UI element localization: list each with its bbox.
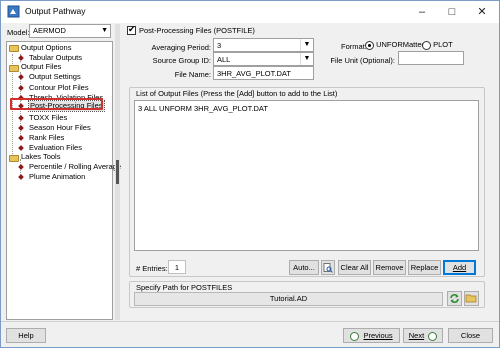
tree-item-toxx-files[interactable]: TOXX Files bbox=[29, 113, 67, 123]
remove-button-label: Remove bbox=[375, 263, 404, 272]
arrow-right-icon bbox=[428, 331, 438, 341]
bottom-separator bbox=[1, 321, 499, 322]
folder-icon bbox=[9, 155, 19, 162]
pathway-tree: Output Options Tabular Outputs Output Fi… bbox=[6, 41, 121, 320]
output-files-list[interactable]: 3 ALL UNFORM 3HR_AVG_PLOT.DAT bbox=[134, 100, 479, 251]
tree-item-contour-plot-files[interactable]: Contour Plot Files bbox=[29, 83, 89, 93]
refresh-button[interactable] bbox=[447, 291, 462, 306]
next-button-label: Next bbox=[408, 331, 425, 340]
next-button[interactable]: Next bbox=[403, 328, 443, 343]
format-plot-radio[interactable]: PLOT bbox=[422, 40, 453, 50]
format-label: Format: bbox=[341, 42, 367, 51]
tree-item-percentile-rolling-average[interactable]: Percentile / Rolling Average bbox=[29, 162, 121, 172]
file-unit-label: File Unit (Optional): bbox=[330, 56, 395, 65]
model-select[interactable]: AERMOD ▼ bbox=[29, 24, 111, 38]
auto-button-label: Auto... bbox=[293, 263, 315, 272]
model-label: Model: bbox=[7, 28, 30, 37]
tree-item-rank-files[interactable]: Rank Files bbox=[29, 133, 64, 143]
averaging-period-label: Averaging Period: bbox=[151, 43, 211, 52]
help-button[interactable]: Help bbox=[6, 328, 46, 343]
folder-icon bbox=[9, 65, 19, 72]
browse-folder-button[interactable] bbox=[464, 291, 479, 306]
close-button-label: Close bbox=[460, 331, 481, 340]
averaging-period-value: 3 bbox=[217, 41, 222, 50]
format-unformatted-radio[interactable]: UNFORMatted bbox=[365, 40, 426, 50]
tree-item-output-options[interactable]: Output Options bbox=[21, 43, 71, 53]
arrow-left-icon bbox=[350, 331, 360, 341]
output-pathway-window: Output Pathway – □ ✕ Model: AERMOD ▼ Out… bbox=[0, 0, 500, 348]
output-files-caption: List of Output Files (Press the [Add] bu… bbox=[136, 89, 338, 98]
tree-item-lakes-tools[interactable]: Lakes Tools bbox=[21, 152, 60, 162]
chevron-down-icon: ▼ bbox=[101, 27, 108, 34]
maximize-icon[interactable]: □ bbox=[439, 1, 465, 23]
replace-button-label: Replace bbox=[410, 263, 439, 272]
auto-button[interactable]: Auto... bbox=[289, 260, 319, 275]
add-button-label: Add bbox=[452, 263, 467, 272]
tree-item-output-settings[interactable]: Output Settings bbox=[29, 72, 81, 82]
selection-highlight-box bbox=[10, 98, 103, 110]
postfile-checkbox-label: Post-Processing Files (POSTFILE) bbox=[139, 26, 255, 35]
source-group-select[interactable]: ALL ▼ bbox=[213, 52, 314, 66]
tree-item-output-files[interactable]: Output Files bbox=[21, 62, 61, 72]
tree-item-plume-animation[interactable]: Plume Animation bbox=[29, 172, 85, 182]
format-unformatted-label: UNFORMatted bbox=[376, 40, 426, 49]
source-group-value: ALL bbox=[217, 55, 231, 64]
add-button[interactable]: Add bbox=[443, 260, 476, 275]
close-button[interactable]: Close bbox=[448, 328, 493, 343]
diamond-bullet-icon bbox=[18, 145, 24, 151]
diamond-bullet-icon bbox=[18, 174, 24, 180]
chevron-down-icon: ▼ bbox=[300, 39, 313, 51]
app-icon bbox=[7, 5, 20, 18]
clear-all-button-label: Clear All bbox=[340, 263, 369, 272]
help-button-label: Help bbox=[18, 331, 34, 340]
previous-button[interactable]: Previous bbox=[343, 328, 400, 343]
file-unit-input[interactable] bbox=[398, 51, 464, 65]
chevron-down-icon: ▼ bbox=[300, 53, 313, 65]
file-name-value: 3HR_AVG_PLOT.DAT bbox=[217, 69, 291, 78]
postfile-checkbox-row[interactable]: ✔ Post-Processing Files (POSTFILE) bbox=[127, 24, 255, 35]
remove-button[interactable]: Remove bbox=[373, 260, 406, 275]
previous-button-label: Previous bbox=[363, 331, 393, 340]
file-name-input[interactable]: 3HR_AVG_PLOT.DAT bbox=[213, 66, 314, 80]
source-group-label: Source Group ID: bbox=[152, 56, 211, 65]
replace-button[interactable]: Replace bbox=[408, 260, 441, 275]
clear-all-button[interactable]: Clear All bbox=[338, 260, 371, 275]
postfile-path-value: Tutorial.AD bbox=[269, 294, 308, 303]
file-name-label: File Name: bbox=[174, 70, 211, 79]
splitter-grip[interactable] bbox=[116, 160, 119, 184]
list-item[interactable]: 3 ALL UNFORM 3HR_AVG_PLOT.DAT bbox=[138, 104, 268, 113]
search-button[interactable] bbox=[321, 260, 335, 275]
entries-count: 1 bbox=[168, 260, 186, 274]
minimize-icon[interactable]: – bbox=[409, 1, 435, 23]
window-title: Output Pathway bbox=[25, 6, 86, 16]
postfile-path-caption: Specify Path for POSTFILES bbox=[136, 283, 233, 292]
check-icon: ✔ bbox=[128, 24, 136, 34]
folder-icon bbox=[9, 45, 19, 52]
radio-selected-icon bbox=[365, 40, 374, 50]
search-icon bbox=[323, 263, 333, 273]
entries-label: # Entries: bbox=[136, 264, 168, 273]
tree-item-season-hour-files[interactable]: Season Hour Files bbox=[29, 123, 91, 133]
folder-open-icon bbox=[465, 294, 477, 303]
postfile-checkbox[interactable]: ✔ bbox=[127, 24, 136, 35]
close-icon[interactable]: ✕ bbox=[469, 1, 495, 23]
title-bar: Output Pathway – □ ✕ bbox=[1, 1, 499, 23]
refresh-icon bbox=[450, 294, 459, 303]
postfile-path-field[interactable]: Tutorial.AD bbox=[134, 292, 443, 306]
panel-splitter[interactable] bbox=[115, 24, 120, 320]
format-plot-label: PLOT bbox=[433, 40, 453, 49]
radio-unselected-icon bbox=[422, 40, 431, 50]
model-value: AERMOD bbox=[33, 26, 66, 35]
averaging-period-select[interactable]: 3 ▼ bbox=[213, 38, 314, 52]
